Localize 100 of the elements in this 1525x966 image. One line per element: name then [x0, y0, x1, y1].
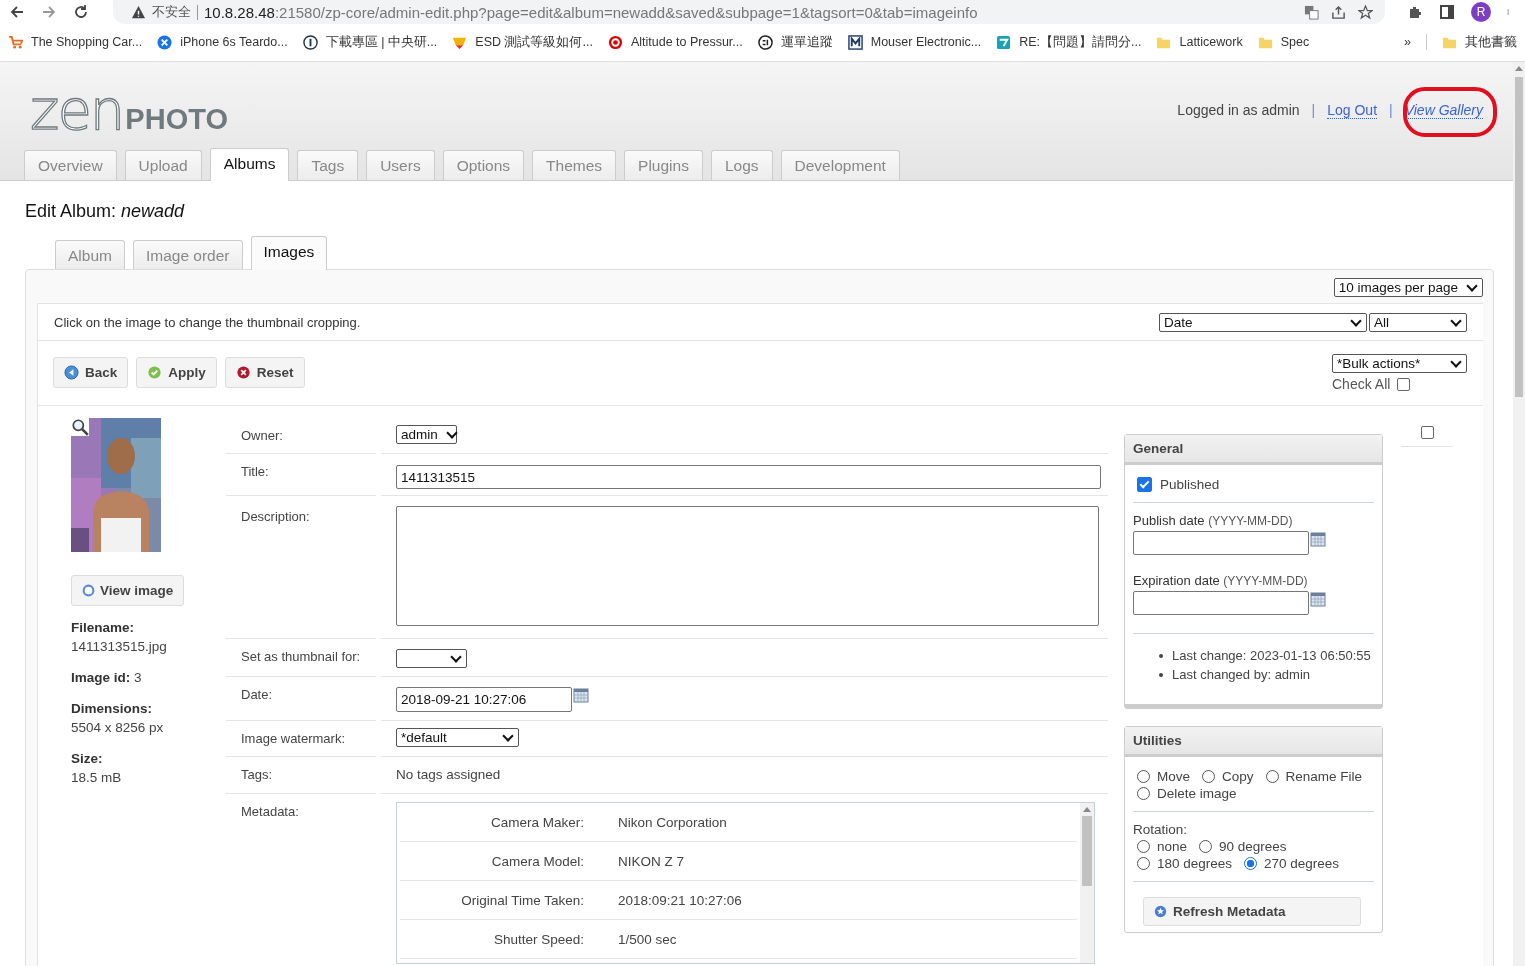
radio-label: 90 degrees	[1219, 839, 1287, 854]
bookmark-item[interactable]: Mouser Electronic...	[847, 34, 982, 50]
field-label: Set as thumbnail for:	[241, 649, 361, 664]
radio-label: Delete image	[1157, 786, 1237, 801]
bookmark-item[interactable]: iPhone 6s Teardo...	[157, 34, 288, 50]
more-bookmarks-button[interactable]: »	[1404, 35, 1411, 49]
sidebar-icon[interactable]	[1439, 4, 1455, 20]
bulk-actions-select[interactable]: *Bulk actions*	[1332, 354, 1467, 373]
zoom-icon[interactable]	[71, 418, 89, 436]
check-all-checkbox[interactable]	[1397, 377, 1411, 391]
radio-button[interactable]	[1265, 770, 1279, 783]
subtab[interactable]: Images	[250, 236, 328, 270]
expiration-date-field[interactable]	[1133, 591, 1309, 615]
radio-label: Rename File	[1285, 769, 1363, 784]
panel-header: General	[1125, 435, 1382, 465]
bookmark-item[interactable]: Spec	[1257, 34, 1310, 50]
calendar-icon[interactable]	[1310, 531, 1326, 547]
radio-button[interactable]	[1244, 857, 1258, 870]
reset-button[interactable]: Reset	[224, 357, 305, 388]
address-bar[interactable]: 不安全 10.8.28.48:21580/zp-core/admin-edit.php?page=edit&album=newadd&saved&subpage=1&tagsort=0&tab=imageinfo	[113, 0, 1385, 24]
field-label: Title:	[241, 464, 269, 479]
forward-icon[interactable]	[41, 4, 57, 20]
bookmark-item[interactable]: RE:【問題】請問分...	[996, 33, 1142, 51]
bookmark-item[interactable]: Latticework	[1156, 34, 1243, 50]
description-field[interactable]	[396, 506, 1099, 626]
target-icon	[607, 34, 623, 50]
back-icon[interactable]	[9, 4, 25, 20]
bookmark-item[interactable]: 運單追蹤	[757, 33, 833, 51]
nav-tab[interactable]: Albums	[209, 148, 290, 181]
radio-label: 270 degrees	[1264, 856, 1340, 871]
metadata-label: Shutter Speed:	[492, 931, 585, 947]
thumbnail-select[interactable]	[396, 649, 467, 668]
sort-select[interactable]: Date	[1159, 312, 1367, 332]
back-button[interactable]: Back	[53, 357, 129, 388]
reload-icon[interactable]	[73, 4, 89, 20]
header-link[interactable]: View Gallery	[1404, 101, 1483, 119]
field-label: Date:	[241, 687, 273, 702]
refresh-metadata-button[interactable]: Refresh Metadata	[1143, 897, 1361, 926]
field-label: Description:	[241, 509, 310, 524]
bookmark-item[interactable]: Altitude to Pressur...	[607, 34, 743, 50]
field-label: Tags:	[241, 767, 273, 782]
extensions-icon[interactable]	[1407, 4, 1423, 20]
star-icon[interactable]	[1358, 4, 1373, 20]
published-checkbox[interactable]	[1137, 477, 1152, 492]
cropping-note: Click on the image to change the thumbnail cropping.	[54, 314, 361, 330]
image-info-value: 5504 x 8256 px	[71, 719, 165, 737]
change-info-text: Last change: 2023-01-13 06:50:55	[1172, 647, 1371, 665]
per-page-select[interactable]: 10 images per page	[1333, 278, 1483, 297]
round-logo-icon	[757, 34, 773, 50]
image-info-text: Image id: 3	[71, 669, 143, 687]
bookmark-item[interactable]: 其他書籤	[1442, 33, 1517, 51]
circle-bar-icon	[302, 34, 318, 50]
radio-button[interactable]	[1199, 840, 1213, 853]
profile-avatar[interactable]: R	[1471, 2, 1491, 22]
image-info-label: Filename:	[71, 619, 136, 637]
apply-button[interactable]: Apply	[136, 357, 217, 388]
warning-icon	[131, 4, 146, 20]
image-info-value: 1411313515.jpg	[71, 638, 168, 656]
field-label: Expiration date (YYYY-MM-DD)	[1133, 573, 1309, 588]
bookmark-item[interactable]: 下載專區 | 中央研...	[302, 33, 438, 51]
radio-label: Move	[1157, 769, 1190, 784]
metadata-value: NIKON Z 7	[618, 853, 684, 869]
radio-button[interactable]	[1137, 770, 1150, 783]
publish-date-field[interactable]	[1133, 531, 1309, 555]
filter-select[interactable]: All	[1369, 312, 1467, 332]
bookmark-item[interactable]: ESD 測試等級如何...	[452, 33, 593, 51]
change-info-text: Last changed by: admin	[1172, 666, 1311, 684]
title-field[interactable]: 1411313515	[396, 465, 1101, 489]
owner-select[interactable]: admin	[396, 425, 457, 444]
zenphoto-logo[interactable]: zen PHOTO	[30, 88, 228, 132]
scrollbar[interactable]	[1513, 62, 1525, 966]
radio-button[interactable]	[1137, 857, 1150, 870]
header-link[interactable]: Log Out	[1327, 101, 1378, 119]
panel-header: Utilities	[1125, 727, 1382, 757]
image-select-checkbox[interactable]	[1420, 426, 1434, 439]
separator-text: |	[1311, 102, 1316, 118]
cancel-icon	[235, 365, 251, 380]
field-label: Publish date (YYYY-MM-DD)	[1133, 513, 1294, 528]
radio-button[interactable]	[1202, 770, 1215, 783]
date-field[interactable]: 2018-09-21 10:27:06	[396, 687, 572, 712]
watermark-select[interactable]: *default	[396, 728, 519, 747]
scrollbar[interactable]	[1080, 803, 1094, 963]
page-title: Edit Album: newadd	[25, 201, 186, 222]
rotation-label: Rotation:	[1133, 822, 1189, 837]
calendar-icon[interactable]	[573, 687, 589, 703]
share-icon[interactable]	[1331, 4, 1346, 20]
metadata-value: 2018:09:21 10:27:06	[618, 892, 742, 908]
radio-button[interactable]	[1137, 840, 1150, 853]
security-label: 不安全	[152, 3, 191, 21]
cross-circle-icon	[157, 34, 173, 50]
radio-label: 180 degrees	[1157, 856, 1233, 871]
bookmark-item[interactable]: The Shopping Car...	[8, 34, 143, 50]
translate-icon[interactable]	[1304, 4, 1319, 20]
checkmark-icon	[147, 365, 163, 380]
view-image-button[interactable]: View image	[71, 575, 185, 606]
radio-button[interactable]	[1137, 787, 1150, 800]
separator-text: |	[1389, 102, 1393, 118]
metadata-value: 1/500 sec	[618, 931, 677, 947]
check-all-label: Check All	[1332, 376, 1391, 392]
calendar-icon[interactable]	[1310, 591, 1326, 607]
